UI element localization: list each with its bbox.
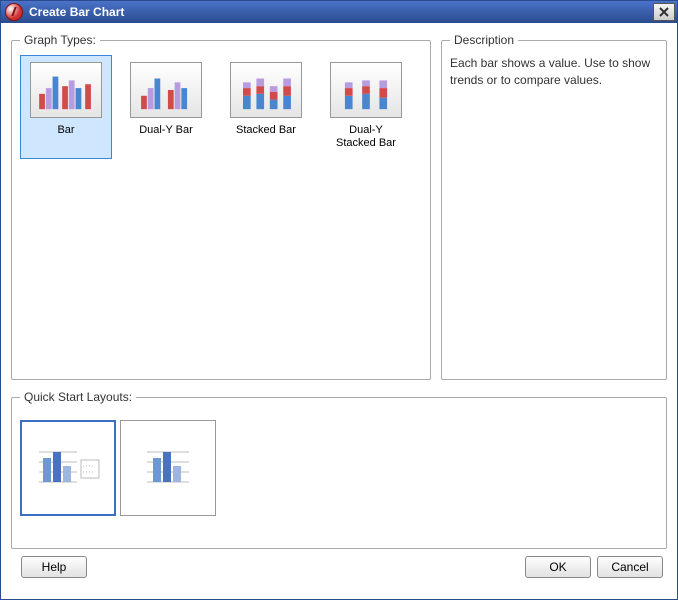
quick-start-group: Quick Start Layouts: [11, 390, 667, 549]
dialog-body: Graph Types: [1, 23, 677, 599]
type-item-label: Dual-Y Stacked Bar [336, 124, 396, 152]
type-item-dual-y-stacked-bar[interactable]: Dual-Y Stacked Bar [320, 55, 412, 159]
dual-y-bar-thumb-icon [130, 62, 202, 118]
description-text: Each bar shows a value. Use to show tren… [450, 55, 658, 89]
type-item-label: Bar [57, 124, 74, 152]
type-item-stacked-bar[interactable]: Stacked Bar [220, 55, 312, 159]
cancel-button[interactable]: Cancel [597, 556, 663, 578]
bar-thumb-icon [30, 62, 102, 118]
type-item-bar[interactable]: Bar [20, 55, 112, 159]
description-group: Description Each bar shows a value. Use … [441, 33, 667, 380]
app-icon [5, 3, 23, 21]
graph-types-list: Bar Dua [20, 55, 422, 371]
upper-pane: Graph Types: [11, 33, 667, 380]
dialog-window: Create Bar Chart Graph Types: [0, 0, 678, 600]
type-item-label: Dual-Y Bar [139, 124, 193, 152]
description-label: Description [450, 33, 518, 47]
type-item-label: Stacked Bar [236, 124, 296, 152]
dialog-footer: Help OK Cancel [11, 549, 667, 589]
close-icon[interactable] [653, 3, 675, 21]
layout-legend-icon [33, 438, 103, 498]
graph-types-group: Graph Types: [11, 33, 431, 380]
layout-item-plain[interactable] [120, 420, 216, 516]
stacked-bar-thumb-icon [230, 62, 302, 118]
window-title: Create Bar Chart [29, 5, 653, 19]
help-button[interactable]: Help [21, 556, 87, 578]
title-bar: Create Bar Chart [1, 1, 677, 23]
layout-item-with-legend[interactable] [20, 420, 116, 516]
type-item-dual-y-bar[interactable]: Dual-Y Bar [120, 55, 212, 159]
dual-y-stacked-bar-thumb-icon [330, 62, 402, 118]
ok-button[interactable]: OK [525, 556, 591, 578]
layout-plain-icon [133, 438, 203, 498]
graph-types-label: Graph Types: [20, 33, 100, 47]
quick-start-list [20, 412, 658, 540]
quick-start-label: Quick Start Layouts: [20, 390, 136, 404]
